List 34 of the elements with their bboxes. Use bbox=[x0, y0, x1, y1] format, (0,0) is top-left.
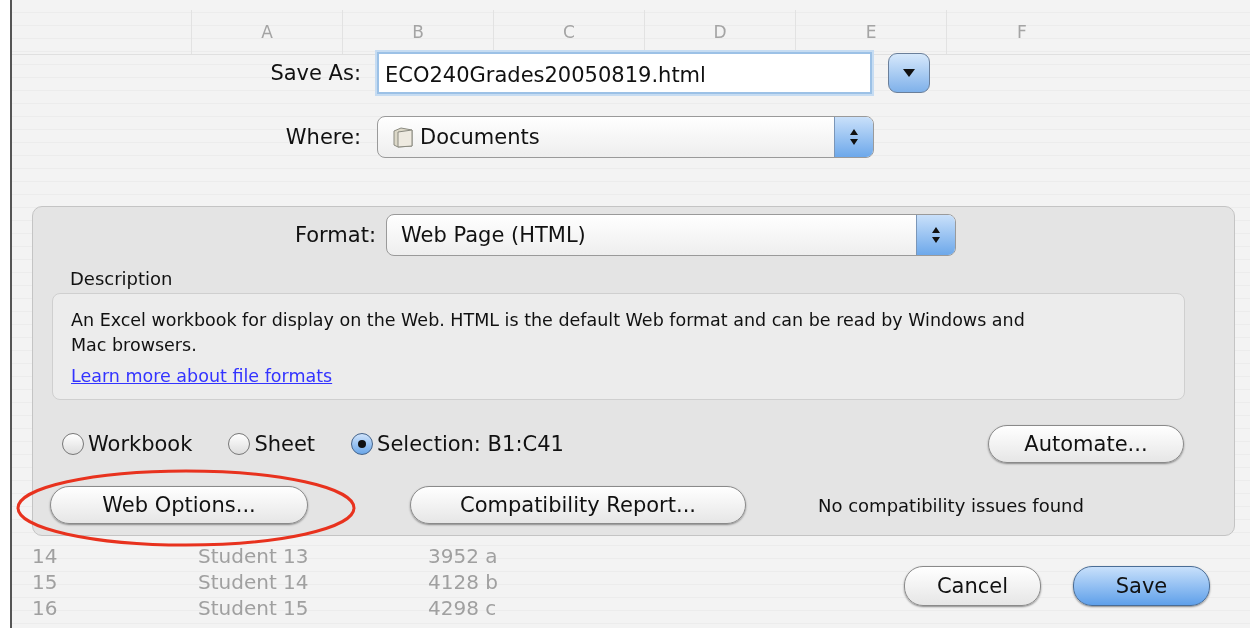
table-cell-text: 4128 b bbox=[427, 570, 498, 594]
where-popup[interactable]: Documents bbox=[377, 116, 874, 158]
column-header: A bbox=[191, 10, 342, 54]
table-cell-text: Student 15 bbox=[197, 596, 310, 620]
scope-radio[interactable]: Selection: B1:C41 bbox=[351, 432, 564, 456]
popup-arrows-icon bbox=[834, 117, 873, 157]
table-cell-text: Student 13 bbox=[197, 544, 310, 568]
scope-radio[interactable]: Sheet bbox=[228, 432, 316, 456]
save-as-label: Save As: bbox=[269, 61, 362, 85]
description-text: An Excel workbook for display on the Web. HTML is the default Web format and can be read by Windows and Mac browsers. bbox=[71, 309, 1026, 357]
row-number: 15 bbox=[31, 570, 59, 594]
table-cell-text: 4298 c bbox=[427, 596, 497, 620]
popup-arrows-icon bbox=[916, 215, 955, 255]
compatibility-status: No compatibility issues found bbox=[818, 494, 1084, 516]
where-label: Where: bbox=[284, 125, 362, 149]
description-label: Description bbox=[70, 268, 174, 289]
expand-button[interactable] bbox=[888, 53, 930, 93]
file-formats-link[interactable]: Learn more about file formats bbox=[71, 366, 333, 386]
scope-radio[interactable]: Workbook bbox=[62, 432, 193, 456]
folder-icon bbox=[392, 126, 416, 148]
automate-button[interactable]: Automate... bbox=[988, 425, 1184, 463]
table-cell-text: Student 14 bbox=[197, 570, 310, 594]
compatibility-report-button[interactable]: Compatibility Report... bbox=[410, 486, 746, 524]
column-header: F bbox=[946, 10, 1097, 54]
file-name-field[interactable]: ECO240Grades20050819.html bbox=[377, 52, 872, 94]
table-cell-text: 3952 a bbox=[427, 544, 498, 568]
format-label: Format: bbox=[293, 223, 377, 247]
triangle-down-icon bbox=[901, 67, 917, 79]
web-options-button[interactable]: Web Options... bbox=[50, 486, 308, 524]
save-button[interactable]: Save bbox=[1073, 566, 1210, 606]
cancel-button[interactable]: Cancel bbox=[904, 566, 1041, 606]
row-number: 16 bbox=[31, 596, 59, 620]
format-popup[interactable]: Web Page (HTML) bbox=[386, 214, 956, 256]
row-number: 14 bbox=[31, 544, 59, 568]
